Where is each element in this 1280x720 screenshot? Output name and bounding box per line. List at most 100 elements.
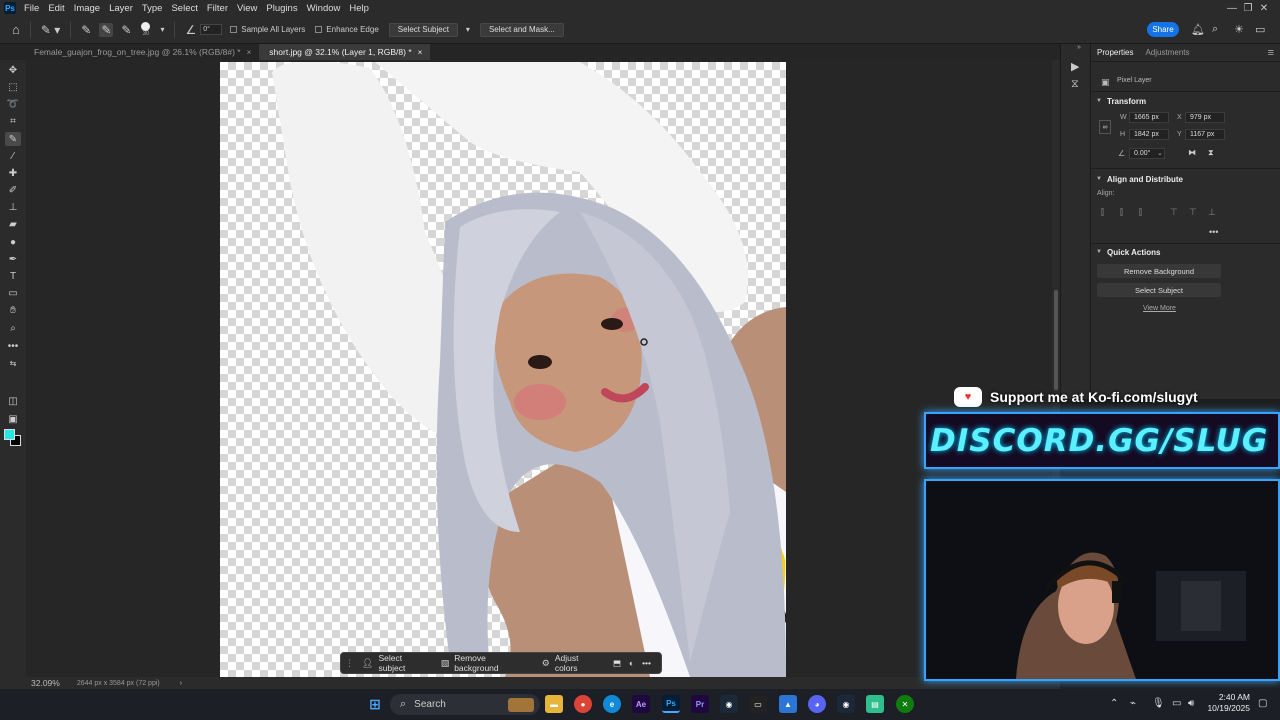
close-button[interactable]: ✕: [1248, 0, 1280, 16]
tab-adjustments[interactable]: Adjustments: [1145, 48, 1189, 57]
subtract-selection-icon[interactable]: ✎: [121, 23, 131, 37]
align-left-icon[interactable]: ⫿: [1101, 207, 1104, 218]
select-subject-dropdown-icon[interactable]: ▾: [466, 25, 470, 34]
after-effects-icon[interactable]: Ae: [632, 695, 650, 713]
quick-mask-icon[interactable]: ◫: [5, 394, 21, 408]
more-tools-icon[interactable]: •••: [5, 339, 21, 353]
notifications-bell-icon[interactable]: 🔔︎: [1191, 23, 1205, 36]
tab-frog-document[interactable]: Female_guajon_frog_on_tree.jpg @ 26.1% (…: [0, 44, 259, 60]
view-more-link[interactable]: View More: [1143, 305, 1176, 312]
crop-tool-icon[interactable]: ⌗: [5, 114, 21, 128]
angle-input[interactable]: 0°: [200, 24, 223, 35]
marquee-tool-icon[interactable]: ⬚: [5, 80, 21, 94]
blue-app-icon[interactable]: ▲: [779, 695, 797, 713]
menu-view[interactable]: View: [237, 3, 257, 14]
edge-icon[interactable]: e: [603, 695, 621, 713]
healing-brush-tool-icon[interactable]: ✚: [5, 166, 21, 180]
photoshop-icon[interactable]: Ps: [662, 695, 680, 713]
play-actions-icon[interactable]: ▶: [1071, 60, 1079, 73]
quick-selection-tool-icon[interactable]: ✎: [5, 132, 21, 146]
menu-filter[interactable]: Filter: [207, 3, 228, 14]
quick-selection-preset-icon[interactable]: ✎ ▾: [41, 23, 60, 37]
brush-tool-icon[interactable]: ✐: [5, 183, 21, 197]
mask-icon[interactable]: ◐: [629, 658, 634, 668]
swap-colors-icon[interactable]: ⇆: [5, 356, 21, 370]
volume-icon[interactable]: 🔊︎: [1188, 698, 1194, 709]
taskbar-clock[interactable]: 2:40 AM 10/19/2025: [1206, 692, 1250, 714]
menu-help[interactable]: Help: [349, 3, 369, 14]
document-canvas[interactable]: [220, 62, 786, 677]
quick-actions-caret-icon[interactable]: ▼: [1096, 249, 1102, 255]
file-explorer-icon[interactable]: ▬: [545, 695, 563, 713]
sample-all-layers-checkbox[interactable]: Sample All Layers: [230, 25, 305, 34]
adjust-colors-ctx-button[interactable]: ⚙ Adjust colors: [542, 653, 603, 673]
eraser-tool-icon[interactable]: ▰: [5, 217, 21, 231]
chrome-icon[interactable]: ●: [574, 695, 592, 713]
new-selection-icon[interactable]: ✎: [81, 23, 91, 37]
brush-size-picker[interactable]: 30: [141, 22, 151, 37]
move-tool-icon[interactable]: ✥: [5, 63, 21, 77]
network-icon[interactable]: ▭: [1172, 698, 1181, 709]
dodge-tool-icon[interactable]: ●: [5, 235, 21, 249]
transform-icon[interactable]: ⬒: [613, 658, 621, 669]
steam-2-icon[interactable]: ◉: [837, 695, 855, 713]
tray-overflow-icon[interactable]: ⌃: [1110, 698, 1118, 709]
y-field[interactable]: 1167 px: [1185, 129, 1225, 140]
close-tab-icon[interactable]: ×: [418, 48, 423, 57]
menu-layer[interactable]: Layer: [109, 3, 133, 14]
search-icon[interactable]: ⌕: [1212, 23, 1218, 36]
scroll-thumb[interactable]: [1054, 290, 1058, 390]
hand-tool-icon[interactable]: ✋︎: [5, 303, 21, 317]
align-middle-icon[interactable]: ⊤: [1189, 207, 1197, 218]
status-expand-icon[interactable]: ›: [180, 680, 182, 687]
menu-window[interactable]: Window: [307, 3, 341, 14]
share-button[interactable]: Share: [1147, 22, 1179, 37]
notification-center-icon[interactable]: ▢: [1258, 698, 1267, 709]
home-icon[interactable]: ⌂: [12, 22, 20, 37]
green-app-icon[interactable]: ▤: [866, 695, 884, 713]
brush-dropdown-icon[interactable]: ▾: [160, 25, 164, 34]
align-center-h-icon[interactable]: ⫿: [1120, 207, 1123, 218]
collapse-panels-icon[interactable]: »: [1077, 44, 1081, 51]
angle-dropdown-icon[interactable]: ⌄: [1157, 149, 1163, 157]
select-and-mask-button[interactable]: Select and Mask...: [479, 22, 564, 37]
menu-image[interactable]: Image: [74, 3, 100, 14]
remove-background-ctx-button[interactable]: ▧ Remove background: [441, 653, 532, 673]
drag-handle-icon[interactable]: ⋮: [345, 658, 354, 669]
steam-icon[interactable]: ◉: [720, 695, 738, 713]
select-subject-button[interactable]: Select Subject: [388, 22, 458, 37]
microphone-icon[interactable]: 🎙︎: [1152, 698, 1165, 709]
menu-file[interactable]: File: [24, 3, 39, 14]
enhance-edge-checkbox[interactable]: Enhance Edge: [315, 25, 379, 34]
tab-properties[interactable]: Properties: [1097, 48, 1133, 57]
height-field[interactable]: 1842 px: [1129, 129, 1169, 140]
more-options-icon[interactable]: •••: [642, 658, 651, 668]
align-right-icon[interactable]: ⫿: [1139, 207, 1142, 218]
select-subject-panel-button[interactable]: Select Subject: [1097, 283, 1221, 297]
eyedropper-tool-icon[interactable]: ⁄: [5, 149, 21, 163]
lasso-tool-icon[interactable]: ➰: [5, 97, 21, 111]
history-icon[interactable]: ⧖: [1071, 78, 1079, 91]
close-tab-icon[interactable]: ×: [247, 48, 252, 57]
workspace-icon[interactable]: ▭: [1255, 23, 1265, 36]
x-field[interactable]: 979 px: [1185, 112, 1225, 123]
align-bottom-icon[interactable]: ⊥: [1208, 207, 1216, 218]
add-to-selection-icon[interactable]: ✎: [99, 22, 114, 37]
flip-vertical-icon[interactable]: ⧗: [1208, 148, 1214, 158]
flip-horizontal-icon[interactable]: ⧓: [1188, 148, 1196, 157]
discover-icon[interactable]: ☀: [1234, 23, 1244, 36]
zoom-tool-icon[interactable]: ⌕: [5, 321, 21, 335]
premiere-icon[interactable]: Pr: [691, 695, 709, 713]
type-tool-icon[interactable]: T: [5, 269, 21, 283]
align-top-icon[interactable]: ⊤: [1170, 207, 1178, 218]
width-field[interactable]: 1665 px: [1129, 112, 1169, 123]
taskbar-search[interactable]: ⌕ Search: [390, 694, 540, 715]
clone-stamp-tool-icon[interactable]: ⊥: [5, 200, 21, 214]
tray-app-icon[interactable]: ⌁: [1130, 698, 1136, 709]
menu-type[interactable]: Type: [142, 3, 163, 14]
menu-edit[interactable]: Edit: [48, 3, 64, 14]
menu-select[interactable]: Select: [171, 3, 197, 14]
start-windows-icon[interactable]: ⊞: [366, 695, 384, 713]
xbox-icon[interactable]: ✕: [896, 695, 914, 713]
discord-icon[interactable]: ◕: [808, 695, 826, 713]
